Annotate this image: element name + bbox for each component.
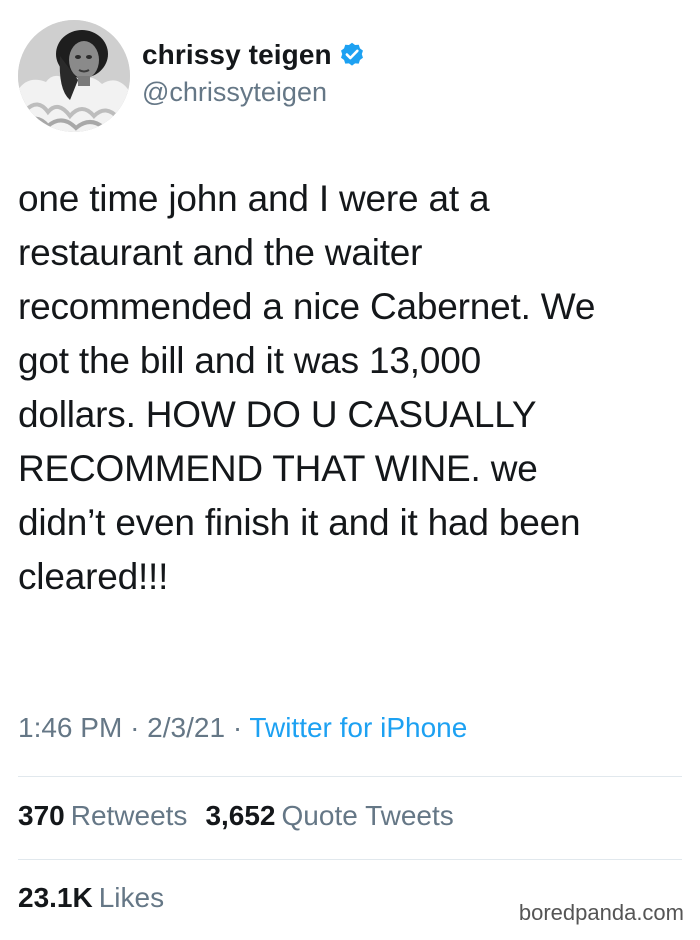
tweet-time[interactable]: 1:46 PM <box>18 712 122 743</box>
avatar-image <box>18 20 130 132</box>
tweet-text: one time john and I were at a restaurant… <box>18 172 688 604</box>
tweet-date[interactable]: 2/3/21 <box>147 712 225 743</box>
tweet-text-line: cleared!!! <box>18 556 169 597</box>
meta-separator: · <box>130 712 148 743</box>
retweets-stat[interactable]: 370 Retweets <box>18 800 187 831</box>
avatar[interactable] <box>18 20 130 132</box>
retweets-count: 370 <box>18 800 65 831</box>
user-handle[interactable]: @chrissyteigen <box>142 77 366 108</box>
name-row: chrissy teigen <box>142 37 366 73</box>
divider <box>18 859 682 860</box>
retweets-label: Retweets <box>70 800 188 831</box>
tweet-text-line: dollars. HOW DO U CASUALLY <box>18 394 537 435</box>
likes-label: Likes <box>98 882 165 913</box>
tweet-text-line: got the bill and it was 13,000 <box>18 340 481 381</box>
likes-stats: 23.1K Likes <box>18 882 164 914</box>
user-identity: chrissy teigen @chrissyteigen <box>142 37 366 108</box>
tweet-text-line: one time john and I were at a <box>18 178 490 219</box>
quote-tweets-stat[interactable]: 3,652 Quote Tweets <box>205 800 453 831</box>
likes-stat[interactable]: 23.1K Likes <box>18 882 164 913</box>
tweet-text-line: recommended a nice Cabernet. We <box>18 286 596 327</box>
tweet-text-line: RECOMMEND THAT WINE. we <box>18 448 538 489</box>
engagement-stats: 370 Retweets 3,652 Quote Tweets <box>18 800 454 832</box>
likes-count: 23.1K <box>18 882 93 913</box>
display-name[interactable]: chrissy teigen <box>142 39 332 71</box>
quote-tweets-count: 3,652 <box>205 800 276 831</box>
verified-badge-icon <box>338 41 366 69</box>
tweet-source-link[interactable]: Twitter for iPhone <box>249 712 467 743</box>
watermark: boredpanda.com <box>518 900 684 925</box>
meta-separator: · <box>232 712 250 743</box>
tweet-text-line: restaurant and the waiter <box>18 232 423 273</box>
tweet-text-line: didn’t even finish it and it had been <box>18 502 581 543</box>
tweet-meta: 1:46 PM · 2/3/21 · Twitter for iPhone <box>18 712 467 744</box>
tweet-header: chrissy teigen @chrissyteigen <box>18 18 366 134</box>
quote-tweets-label: Quote Tweets <box>281 800 454 831</box>
divider <box>18 776 682 777</box>
tweet-card: chrissy teigen @chrissyteigen one time j… <box>0 0 700 940</box>
